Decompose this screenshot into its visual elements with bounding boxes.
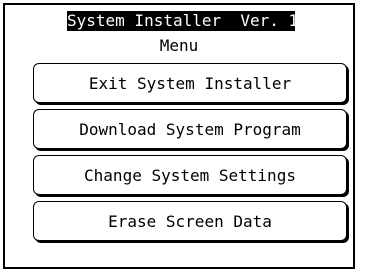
erase-screen-data-button[interactable]: Erase Screen Data xyxy=(33,201,347,241)
installer-screen: System Installer Ver. 1.00 Menu Exit Sys… xyxy=(3,3,355,269)
exit-system-installer-button[interactable]: Exit System Installer xyxy=(33,63,347,103)
button-label: Change System Settings xyxy=(84,165,296,185)
download-system-program-button[interactable]: Download System Program xyxy=(33,109,347,149)
button-label: Download System Program xyxy=(79,119,301,139)
change-system-settings-button[interactable]: Change System Settings xyxy=(33,155,347,195)
menu-heading: Menu xyxy=(159,36,199,55)
title-bar: System Installer Ver. 1.00 xyxy=(67,11,328,31)
button-label: Erase Screen Data xyxy=(108,211,272,231)
button-label: Exit System Installer xyxy=(88,73,292,93)
